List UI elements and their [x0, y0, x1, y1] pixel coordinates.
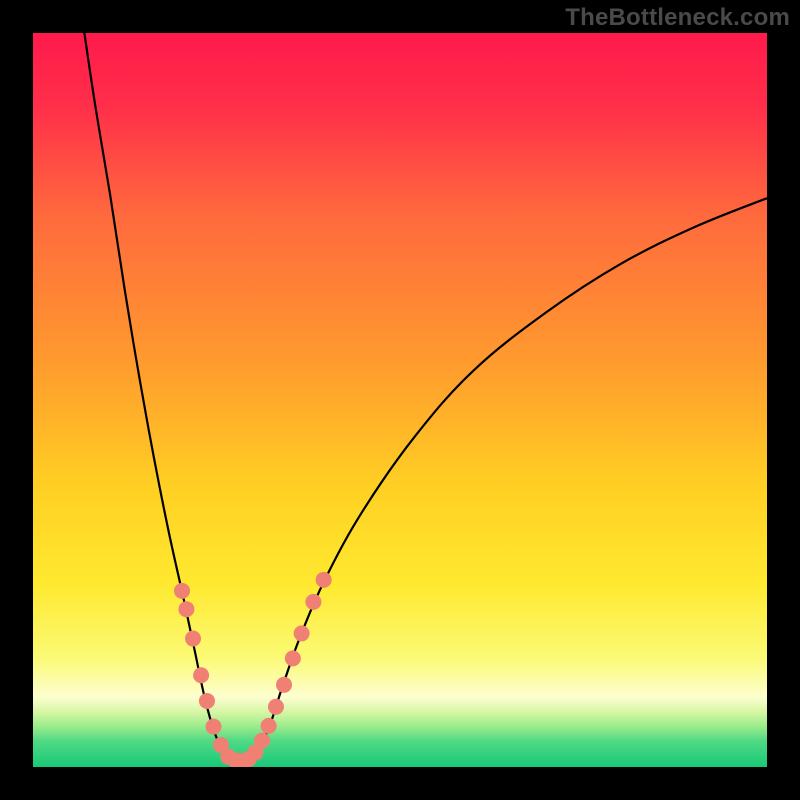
highlight-dot — [305, 594, 321, 610]
highlight-dot — [185, 631, 201, 647]
highlight-dot — [294, 625, 310, 641]
watermark-label: TheBottleneck.com — [565, 4, 790, 32]
plot-area — [33, 33, 767, 767]
highlight-dot — [193, 667, 209, 683]
highlight-dot — [206, 719, 222, 735]
highlight-dot — [178, 601, 194, 617]
highlight-dots — [33, 33, 767, 767]
highlight-dot — [285, 650, 301, 666]
highlight-dot — [276, 677, 292, 693]
highlight-dot — [316, 572, 332, 588]
highlight-dot — [174, 583, 190, 599]
highlight-dot — [254, 733, 270, 749]
highlight-dot — [199, 693, 215, 709]
chart-root: TheBottleneck.com — [0, 0, 800, 800]
highlight-dot — [261, 718, 277, 734]
highlight-dot — [268, 699, 284, 715]
